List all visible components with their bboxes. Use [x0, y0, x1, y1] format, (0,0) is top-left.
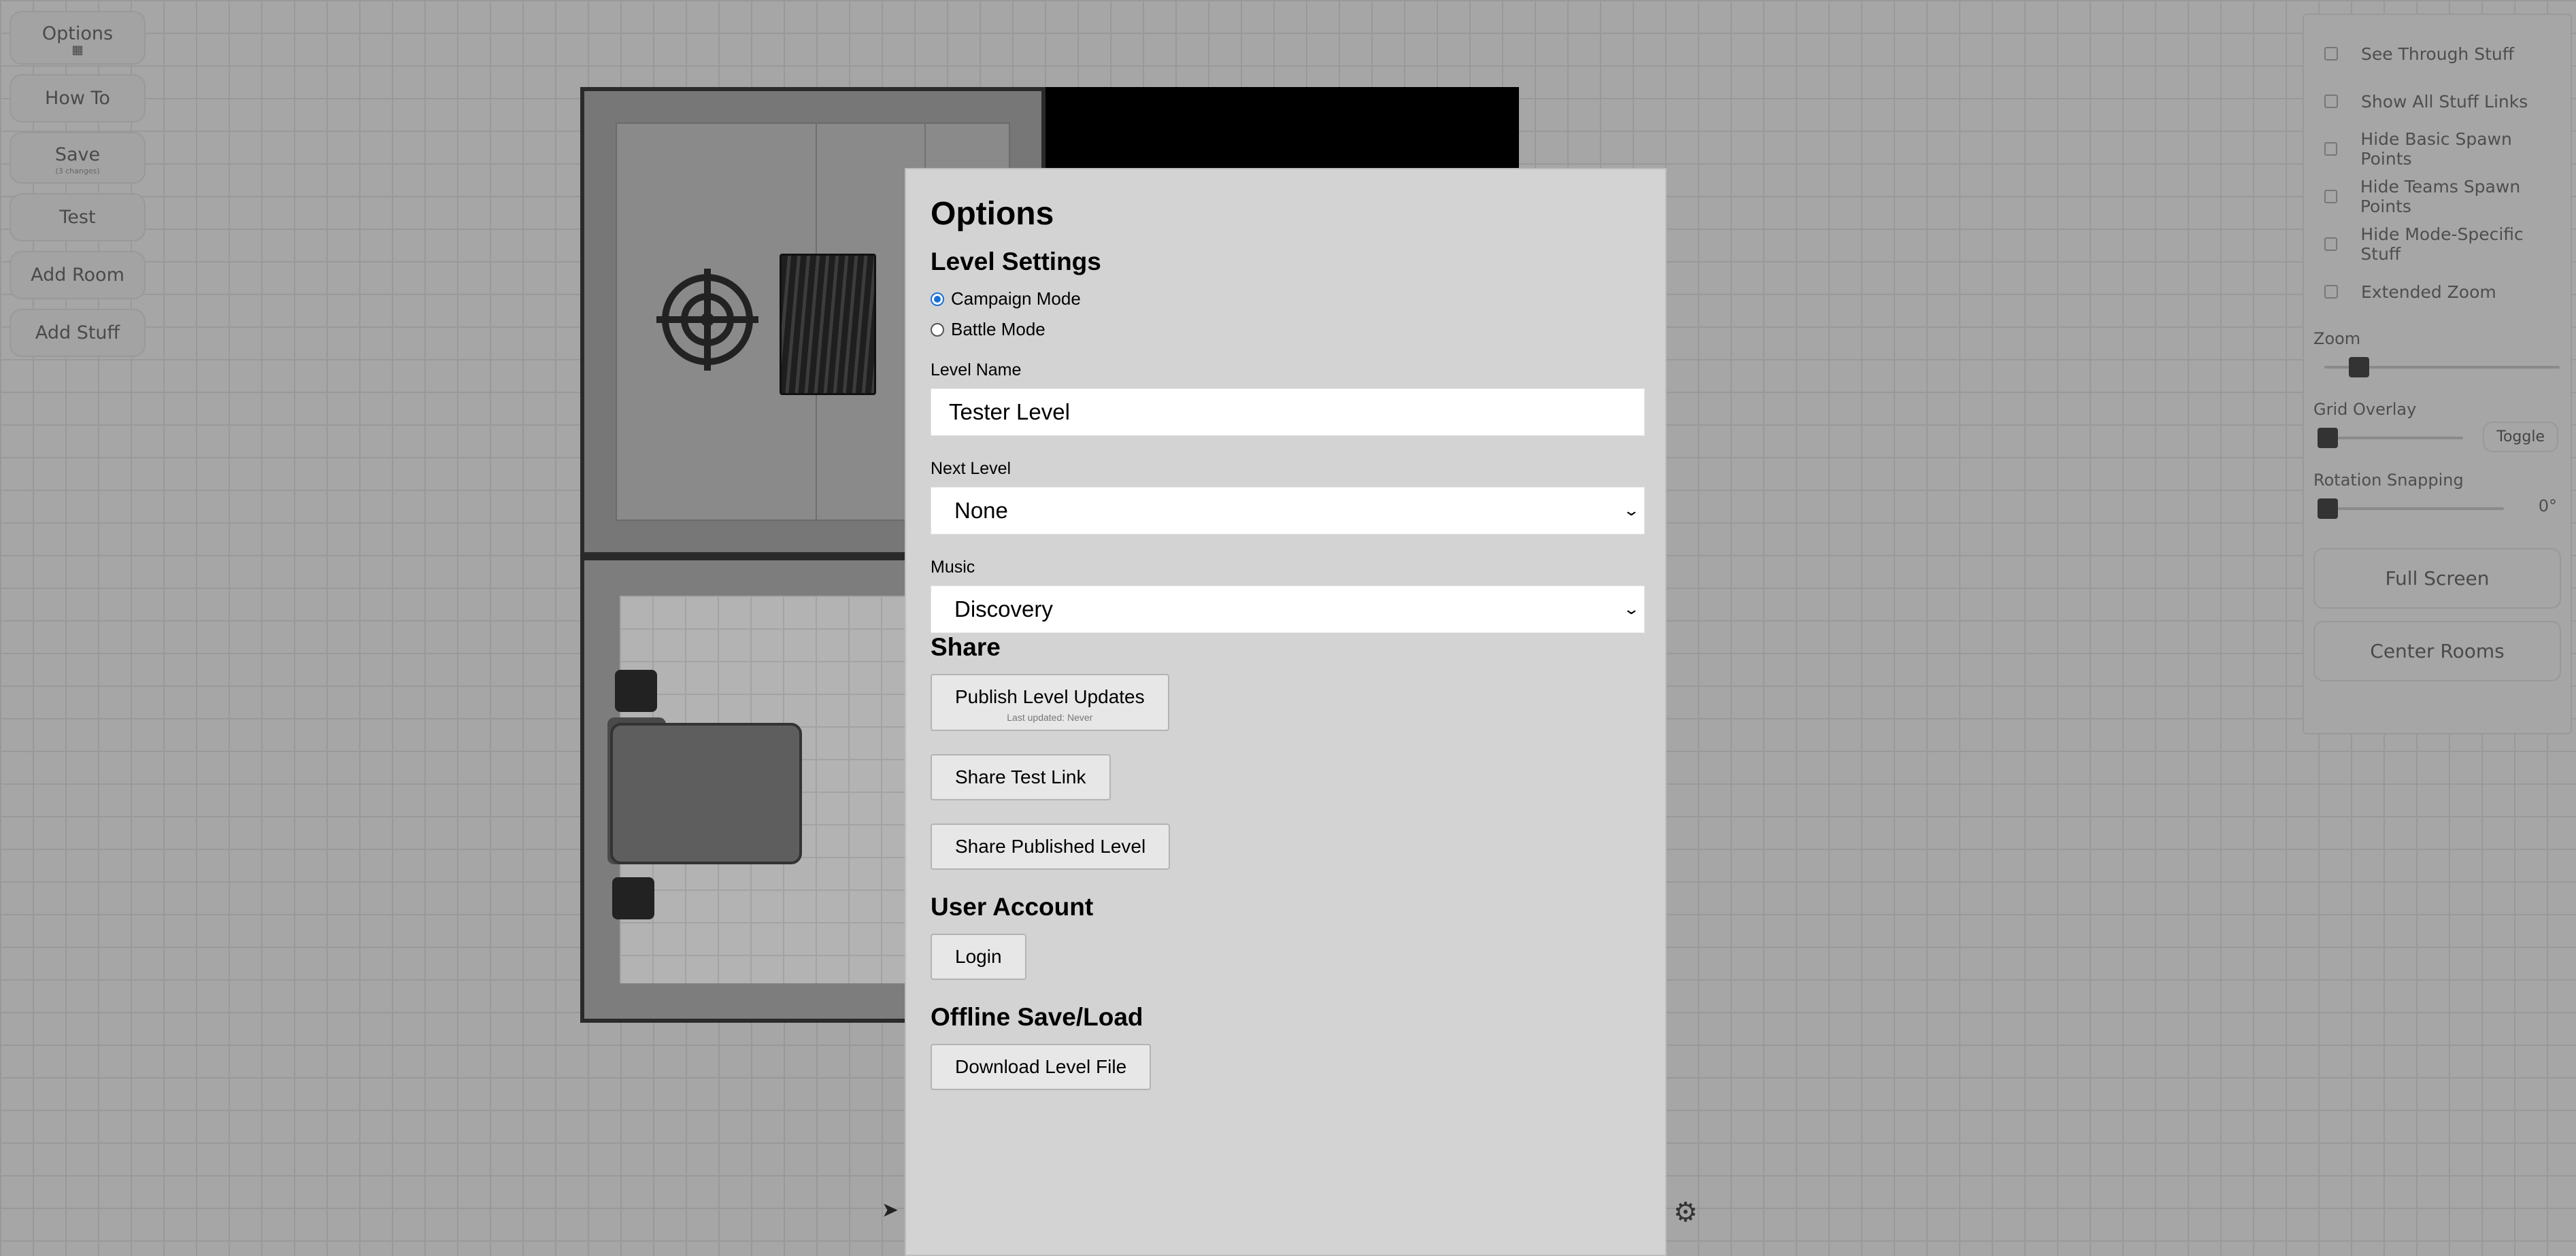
radio-selected-icon[interactable] [931, 292, 944, 306]
level-name-label: Level Name [931, 360, 1022, 379]
left-toolbar: Options ▦ How To Save (3 changes) Test A… [10, 11, 146, 367]
checkbox-icon[interactable] [2324, 95, 2338, 108]
checkbox-icon[interactable] [2324, 190, 2337, 203]
options-label: Options [41, 23, 114, 44]
chevron-down-icon: ⌄ [1622, 502, 1640, 519]
slider-track [2320, 507, 2504, 510]
unexplored-area [1046, 87, 1519, 169]
center-rooms-button[interactable]: Center Rooms [2313, 621, 2561, 681]
add-stuff-button[interactable]: Add Stuff [10, 309, 146, 357]
login-button[interactable]: Login [931, 934, 1026, 980]
share-test-link-button[interactable]: Share Test Link [931, 754, 1111, 800]
music-select[interactable]: Discovery ⌄ [931, 585, 1645, 633]
zoom-slider[interactable] [2313, 348, 2561, 386]
radio-label: Campaign Mode [951, 288, 1081, 309]
slider-thumb[interactable] [2349, 357, 2369, 377]
how-to-button[interactable]: How To [10, 74, 146, 122]
save-sublabel: (3 changes) [55, 167, 100, 175]
nightstand[interactable] [612, 877, 654, 919]
slider-thumb[interactable] [2318, 498, 2338, 519]
zoom-label: Zoom [2313, 329, 2361, 348]
options-dialog: Options Level Settings Campaign Mode Bat… [905, 168, 1667, 1256]
level-name-input[interactable]: Tester Level [931, 388, 1645, 436]
user-account-heading: User Account [931, 893, 1094, 921]
view-settings-panel: See Through Stuff Show All Stuff Links H… [2303, 14, 2572, 734]
checkbox-extended-zoom[interactable]: Extended Zoom [2313, 268, 2561, 316]
checkbox-label: Extended Zoom [2361, 282, 2496, 302]
bed[interactable] [610, 723, 802, 864]
grid-toggle-button[interactable]: Toggle [2483, 422, 2558, 452]
target-icon[interactable] [656, 269, 758, 371]
save-button[interactable]: Save (3 changes) [10, 132, 146, 184]
next-level-label: Next Level [931, 459, 1011, 478]
options-button[interactable]: Options ▦ [10, 11, 146, 65]
test-button[interactable]: Test [10, 193, 146, 241]
checkbox-icon[interactable] [2324, 47, 2338, 61]
rotation-snapping-slider[interactable]: 0° [2313, 490, 2561, 528]
offline-save-load-heading: Offline Save/Load [931, 1003, 1143, 1031]
slider-track [2320, 437, 2463, 439]
checkbox-hide-basic-spawn[interactable]: Hide Basic Spawn Points [2313, 125, 2561, 173]
checkbox-label: See Through Stuff [2361, 44, 2514, 64]
last-updated-text: Last updated: Never [1007, 712, 1093, 723]
checkbox-label: Show All Stuff Links [2361, 91, 2528, 112]
music-label: Music [931, 558, 975, 577]
cursor-arrow-icon[interactable]: ➤ [882, 1198, 899, 1222]
campaign-mode-radio[interactable]: Campaign Mode [931, 288, 1641, 309]
checkbox-hide-mode-specific[interactable]: Hide Mode-Specific Stuff [2313, 220, 2561, 268]
download-level-file-button[interactable]: Download Level File [931, 1044, 1152, 1090]
slider-thumb[interactable] [2318, 428, 2338, 448]
checkbox-icon[interactable] [2324, 142, 2338, 156]
rotation-snapping-label: Rotation Snapping [2313, 471, 2464, 490]
checkbox-icon[interactable] [2324, 285, 2338, 299]
full-screen-button[interactable]: Full Screen [2313, 548, 2561, 609]
publish-level-updates-button[interactable]: Publish Level Updates Last updated: Neve… [931, 674, 1169, 731]
grid-overlay-slider[interactable]: Toggle [2313, 419, 2561, 457]
checkbox-label: Hide Basic Spawn Points [2360, 129, 2512, 169]
keyboard-icon: ▦ [71, 43, 84, 57]
chevron-down-icon: ⌄ [1622, 600, 1640, 617]
save-label: Save [54, 144, 101, 165]
checkbox-show-all-stuff-links[interactable]: Show All Stuff Links [2313, 78, 2561, 125]
select-value: None [954, 498, 1008, 523]
nightstand[interactable] [615, 670, 657, 712]
checkbox-label: Hide Mode-Specific Stuff [2360, 224, 2524, 264]
radio-unselected-icon[interactable] [931, 322, 944, 337]
share-published-level-button[interactable]: Share Published Level [931, 824, 1171, 870]
checkbox-hide-teams-spawn[interactable]: Hide Teams Spawn Points [2313, 173, 2561, 220]
wooden-crate[interactable] [780, 254, 876, 395]
share-heading: Share [931, 633, 1001, 661]
dialog-title: Options [931, 196, 1054, 232]
gear-icon[interactable]: ⚙ [1673, 1197, 1698, 1228]
next-level-select[interactable]: None ⌄ [931, 487, 1645, 534]
checkbox-icon[interactable] [2324, 237, 2338, 251]
checkbox-see-through-stuff[interactable]: See Through Stuff [2313, 30, 2561, 78]
radio-label: Battle Mode [951, 319, 1046, 339]
button-label: Publish Level Updates [955, 686, 1145, 707]
level-settings-heading: Level Settings [931, 248, 1101, 275]
select-value: Discovery [954, 596, 1053, 622]
checkbox-label: Hide Teams Spawn Points [2360, 177, 2521, 216]
rotation-value: 0° [2538, 496, 2557, 515]
grid-overlay-label: Grid Overlay [2313, 400, 2417, 419]
add-room-button[interactable]: Add Room [10, 251, 146, 299]
battle-mode-radio[interactable]: Battle Mode [931, 319, 1641, 340]
